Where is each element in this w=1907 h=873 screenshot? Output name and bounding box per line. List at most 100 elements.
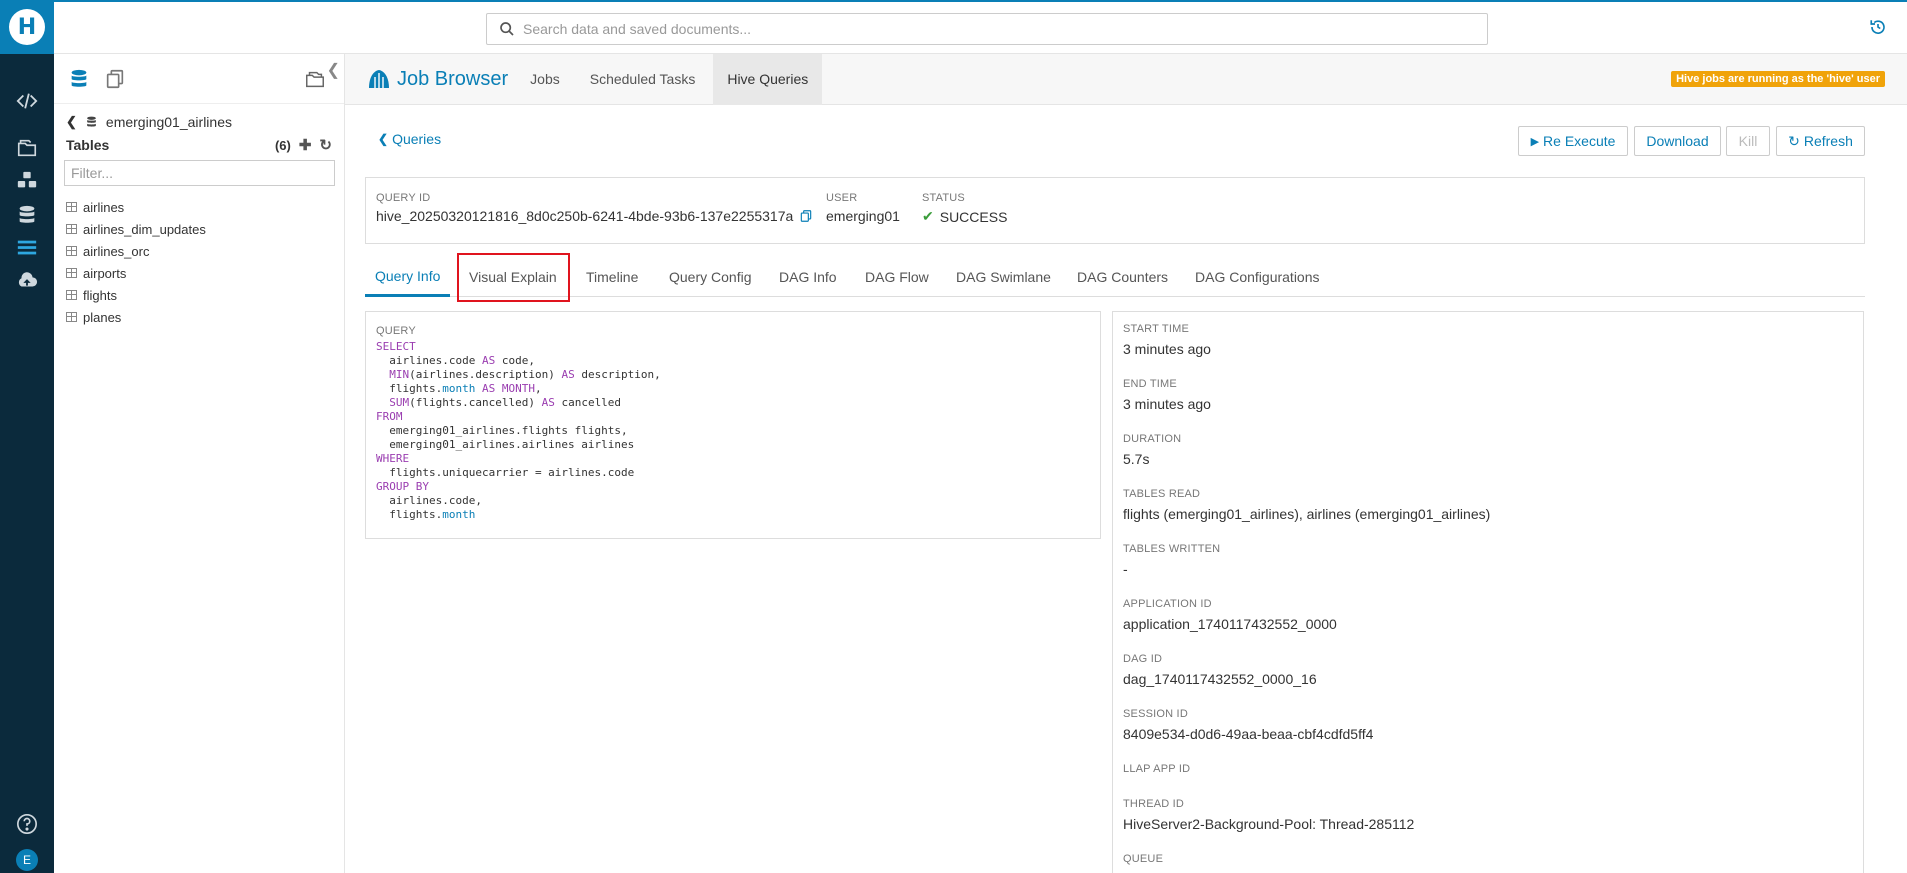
help-icon[interactable] — [0, 805, 54, 843]
search-icon — [500, 22, 514, 36]
jobs-icon[interactable] — [0, 162, 54, 200]
detail-label: DURATION — [1123, 433, 1182, 445]
query-id-label: QUERY ID — [376, 192, 431, 204]
table-item-flights[interactable]: flights — [54, 284, 344, 306]
page-title: Job Browser — [345, 68, 508, 91]
detail-tables-written: TABLES WRITTEN - — [1123, 543, 1853, 598]
query-label: QUERY — [376, 325, 416, 337]
tab-dag-flow[interactable]: DAG Flow — [865, 257, 929, 297]
tab-query-info[interactable]: Query Info — [365, 257, 451, 297]
tables-label: Tables — [66, 137, 110, 153]
detail-label: APPLICATION ID — [1123, 598, 1212, 610]
logo-badge: H — [9, 9, 45, 45]
table-item-airlines[interactable]: airlines — [54, 196, 344, 218]
table-icon — [66, 224, 77, 234]
table-icon — [66, 246, 77, 256]
download-button[interactable]: Download — [1634, 126, 1721, 156]
query-text-panel: QUERY SELECT airlines.code AS code, MIN(… — [365, 311, 1101, 539]
detail-label: END TIME — [1123, 378, 1177, 390]
refresh-tables-icon[interactable]: ↻ — [319, 136, 332, 154]
assist-panel-header: ❮ — [54, 54, 344, 104]
query-id-field: QUERY ID hive_20250320121816_8d0c250b-62… — [376, 192, 813, 224]
table-filter-input[interactable] — [64, 160, 335, 186]
detail-thread-id: THREAD ID HiveServer2-Background-Pool: T… — [1123, 798, 1853, 853]
status-field: STATUS ✔ SUCCESS — [922, 192, 1007, 225]
tab-scheduled-tasks[interactable]: Scheduled Tasks — [576, 54, 710, 105]
table-item-planes[interactable]: planes — [54, 306, 344, 328]
database-icon[interactable] — [68, 68, 90, 90]
table-icon — [66, 268, 77, 278]
table-item-airlines-dim-updates[interactable]: airlines_dim_updates — [54, 218, 344, 240]
search-input[interactable] — [523, 21, 1413, 37]
importer-icon[interactable] — [0, 262, 54, 300]
detail-value: 3 minutes ago — [1123, 341, 1211, 357]
global-search[interactable] — [486, 13, 1488, 45]
detail-label: THREAD ID — [1123, 798, 1185, 810]
detail-value: 8409e534-d0d6-49aa-beaa-cbf4cdfd5ff4 — [1123, 726, 1374, 742]
play-icon: ▶ — [1530, 135, 1540, 148]
table-name: airlines — [83, 199, 125, 215]
tab-dag-swimlane[interactable]: DAG Swimlane — [956, 257, 1051, 297]
documents-tab-icon[interactable] — [104, 68, 126, 90]
table-name: planes — [83, 309, 122, 325]
tab-hive-queries[interactable]: Hive Queries — [713, 53, 823, 105]
tab-dag-configurations[interactable]: DAG Configurations — [1195, 257, 1320, 297]
detail-tables-read: TABLES READ flights (emerging01_airlines… — [1123, 488, 1853, 543]
left-nav-rail: H E — [0, 0, 54, 873]
tab-dag-counters[interactable]: DAG Counters — [1077, 257, 1168, 297]
hive-user-notice: Hive jobs are running as the 'hive' user — [1671, 71, 1885, 87]
tab-jobs[interactable]: Jobs — [530, 54, 574, 105]
editor-icon[interactable] — [0, 82, 54, 120]
re-execute-label: Re Execute — [1543, 133, 1616, 149]
tab-dag-info[interactable]: DAG Info — [779, 257, 837, 297]
folder-icon[interactable] — [304, 68, 326, 90]
add-table-icon[interactable]: ✚ — [299, 136, 312, 154]
detail-application-id: APPLICATION ID application_1740117432552… — [1123, 598, 1853, 653]
hive-icon — [369, 70, 389, 88]
detail-session-id: SESSION ID 8409e534-d0d6-49aa-beaa-cbf4c… — [1123, 708, 1853, 763]
query-detail-tabs: Query Info Visual Explain Timeline Query… — [365, 257, 1865, 297]
chevron-left-icon: ❮ — [378, 132, 389, 146]
table-icon — [66, 202, 77, 212]
tab-timeline[interactable]: Timeline — [586, 257, 638, 297]
detail-value: 3 minutes ago — [1123, 396, 1211, 412]
user-value: emerging01 — [826, 208, 900, 224]
table-icon — [66, 290, 77, 300]
copy-icon[interactable] — [799, 209, 813, 223]
history-icon[interactable] — [1869, 18, 1887, 36]
database-small-icon — [87, 116, 96, 127]
detail-label: TABLES READ — [1123, 488, 1201, 500]
refresh-button[interactable]: ↻ Refresh — [1776, 126, 1865, 156]
detail-llap-app-id: LLAP APP ID — [1123, 763, 1853, 798]
collapse-panel-icon[interactable]: ❮ — [327, 60, 340, 80]
user-avatar[interactable]: E — [16, 849, 38, 871]
table-item-airports[interactable]: airports — [54, 262, 344, 284]
detail-dag-id: DAG ID dag_1740117432552_0000_16 — [1123, 653, 1853, 708]
tab-query-config[interactable]: Query Config — [669, 257, 751, 297]
back-link-label: Queries — [392, 131, 442, 147]
detail-value: HiveServer2-Background-Pool: Thread-2851… — [1123, 816, 1415, 832]
status-label: STATUS — [922, 192, 965, 204]
database-breadcrumb[interactable]: ❮ emerging01_airlines — [54, 104, 344, 130]
re-execute-button[interactable]: ▶ Re Execute — [1518, 126, 1628, 156]
query-summary-box: QUERY ID hive_20250320121816_8d0c250b-62… — [365, 177, 1865, 244]
table-name: airports — [83, 265, 127, 281]
detail-value: 5.7s — [1123, 451, 1150, 467]
database-name: emerging01_airlines — [105, 114, 232, 130]
job-browser-header: Job Browser Jobs Scheduled Tasks Hive Qu… — [345, 53, 1907, 105]
top-bar — [54, 0, 1907, 54]
kill-button[interactable]: Kill — [1726, 126, 1770, 156]
detail-value: application_1740117432552_0000 — [1123, 616, 1337, 632]
refresh-icon: ↻ — [1788, 132, 1800, 149]
back-to-queries-link[interactable]: ❮ Queries — [378, 131, 441, 147]
detail-queue: QUEUE — [1123, 853, 1853, 873]
tables-header: Tables (6) ✚ ↻ — [54, 130, 344, 154]
table-name: flights — [83, 287, 117, 303]
refresh-label: Refresh — [1803, 133, 1853, 149]
query-id-value: hive_20250320121816_8d0c250b-6241-4bde-9… — [376, 208, 794, 224]
back-chevron-icon[interactable]: ❮ — [66, 114, 77, 130]
hue-logo[interactable]: H — [0, 0, 54, 54]
detail-label: DAG ID — [1123, 653, 1163, 665]
detail-label: TABLES WRITTEN — [1123, 543, 1221, 555]
table-item-airlines-orc[interactable]: airlines_orc — [54, 240, 344, 262]
